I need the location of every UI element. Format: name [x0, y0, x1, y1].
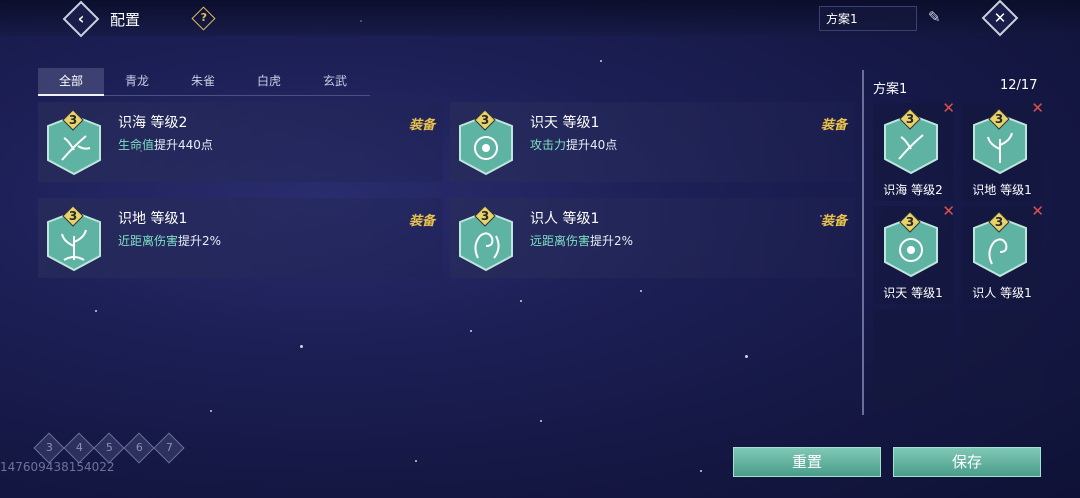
page-button[interactable]: 6 [123, 432, 155, 464]
slot-count: 12/17 [1000, 78, 1038, 93]
close-icon: ✕ [993, 9, 1007, 27]
level-badge: 3 [905, 215, 915, 229]
remove-icon[interactable]: ✕ [942, 99, 955, 117]
remove-icon[interactable]: ✕ [1031, 99, 1044, 117]
orb-icon: 3 [458, 110, 514, 176]
page-button[interactable]: 5 [93, 432, 125, 464]
tab-all[interactable]: 全部 [38, 68, 104, 96]
equipped-slot[interactable]: 3 ✕ 识人 等级1 [962, 202, 1044, 304]
equip-button[interactable]: 装备 [409, 114, 435, 133]
rename-brush-icon[interactable]: ✎ [928, 8, 948, 28]
item-effect: 远距离伤害提升2% [530, 234, 634, 248]
back-button[interactable]: ‹ [62, 0, 100, 38]
equip-button[interactable]: 装备 [821, 210, 847, 229]
tree-icon: 3 [972, 109, 1028, 175]
category-tabs: 全部 青龙 朱雀 白虎 玄武 [38, 68, 370, 96]
swirl-icon: 3 [972, 212, 1028, 278]
save-button[interactable]: 保存 [893, 447, 1041, 477]
equipped-slot[interactable]: 3 ✕ 识天 等级1 [873, 202, 955, 304]
tab-xuanwu[interactable]: 玄武 [302, 68, 368, 96]
tab-qinglong[interactable]: 青龙 [104, 68, 170, 96]
page-button[interactable]: 3 [33, 432, 65, 464]
slot-label: 识天 等级1 [883, 286, 943, 300]
remove-icon[interactable]: ✕ [942, 202, 955, 220]
page-selector: 3 4 5 6 7 [33, 432, 185, 464]
page-title: 配置 [110, 11, 141, 29]
empty-slot[interactable] [873, 309, 953, 409]
plan-name-input[interactable] [819, 6, 917, 31]
branch-icon: 3 [46, 110, 102, 176]
item-card-shiren[interactable]: 3 识人 等级1 远距离伤害提升2% 装备 [450, 198, 855, 278]
close-button[interactable]: ✕ [981, 0, 1019, 37]
page-button[interactable]: 7 [153, 432, 185, 464]
slot-label: 识海 等级2 [883, 183, 943, 197]
user-id: 1476094381540​22 [0, 460, 115, 474]
level-badge: 3 [905, 112, 915, 126]
item-card-shitian[interactable]: 3 识天 等级1 攻击力提升40点 装备 [450, 102, 855, 182]
orb-icon: 3 [883, 212, 939, 278]
level-badge: 3 [68, 209, 78, 223]
slot-label: 识人 等级1 [972, 286, 1032, 300]
help-icon[interactable]: ? [191, 6, 216, 31]
chevron-left-icon: ‹ [77, 9, 85, 28]
tab-zhuque[interactable]: 朱雀 [170, 68, 236, 96]
tree-icon: 3 [46, 206, 102, 272]
item-card-shihai[interactable]: 3 识海 等级2 生命值提升440点 装备 [38, 102, 443, 182]
level-badge: 3 [480, 113, 490, 127]
reset-button[interactable]: 重置 [733, 447, 881, 477]
item-name: 识人 等级1 [530, 211, 600, 227]
level-badge: 3 [68, 113, 78, 127]
empty-slot[interactable] [962, 309, 1042, 409]
slot-label: 识地 等级1 [972, 183, 1032, 197]
item-name: 识地 等级1 [118, 211, 188, 227]
level-badge: 3 [994, 215, 1004, 229]
branch-icon: 3 [883, 109, 939, 175]
tab-baihu[interactable]: 白虎 [236, 68, 302, 96]
item-name: 识海 等级2 [118, 115, 188, 131]
page-button[interactable]: 4 [63, 432, 95, 464]
item-effect: 攻击力提升40点 [530, 138, 618, 152]
level-badge: 3 [994, 112, 1004, 126]
equipped-slot[interactable]: 3 ✕ 识海 等级2 [873, 99, 955, 201]
item-card-shidi[interactable]: 3 识地 等级1 近距离伤害提升2% 装备 [38, 198, 443, 278]
item-effect: 生命值提升440点 [118, 138, 213, 152]
swirl-icon: 3 [458, 206, 514, 272]
panel-divider [862, 70, 864, 415]
item-effect: 近距离伤害提升2% [118, 234, 222, 248]
remove-icon[interactable]: ✕ [1031, 202, 1044, 220]
equip-button[interactable]: 装备 [409, 210, 435, 229]
top-bar: ‹ 配置 ? ✎ ✕ [0, 0, 1080, 38]
item-name: 识天 等级1 [530, 115, 600, 131]
equip-button[interactable]: 装备 [821, 114, 847, 133]
plan-title: 方案1 [873, 82, 908, 97]
equipped-slot[interactable]: 3 ✕ 识地 等级1 [962, 99, 1044, 201]
level-badge: 3 [480, 209, 490, 223]
